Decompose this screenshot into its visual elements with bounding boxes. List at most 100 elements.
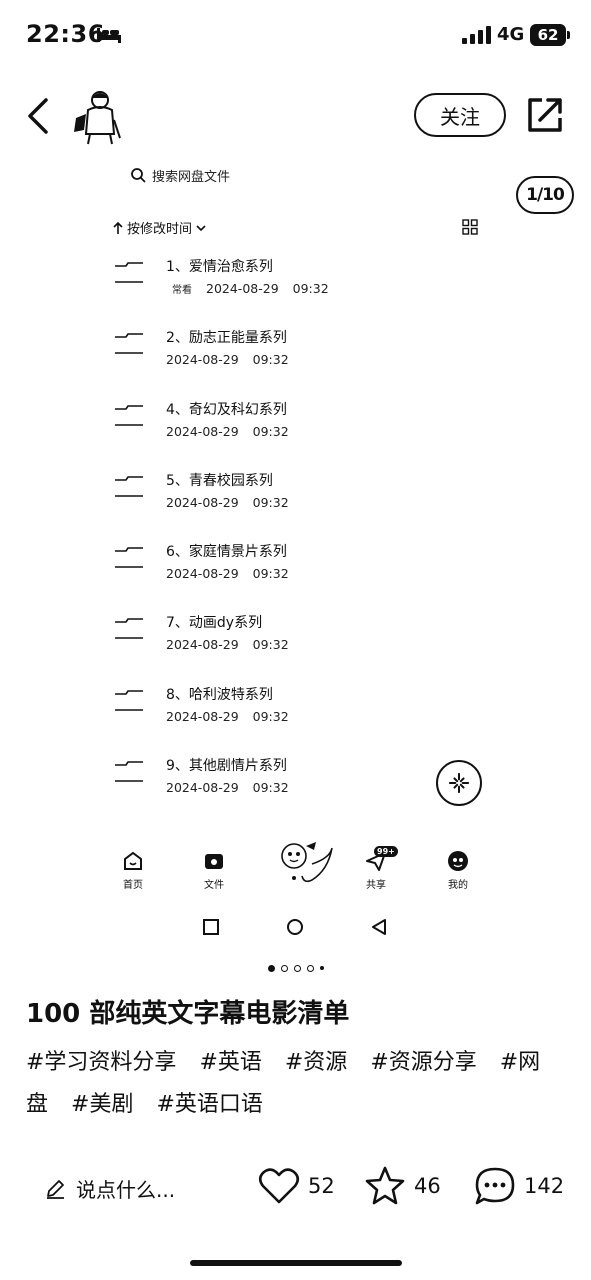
- post-image[interactable]: 搜索网盘文件 1/10 按修改时间 1、爱情治愈系列 常看 2024-08-29 0…: [0, 156, 591, 956]
- file-name: 2、励志正能量系列: [166, 330, 287, 347]
- hashtag[interactable]: #美剧: [71, 1092, 133, 1117]
- comment-count: 142: [524, 1174, 565, 1198]
- signal-icon: [462, 26, 491, 44]
- follow-button[interactable]: 关注: [414, 93, 506, 137]
- floating-assist-icon[interactable]: [436, 760, 482, 806]
- comment-bubble-icon: [475, 1167, 515, 1205]
- folder-icon: [115, 689, 143, 711]
- hashtag[interactable]: #英语口语: [156, 1092, 262, 1117]
- status-time: 22:36: [26, 20, 105, 48]
- hashtag[interactable]: #学习资料分享: [26, 1050, 176, 1075]
- author-avatar[interactable]: [70, 86, 124, 148]
- star-icon: [365, 1166, 405, 1205]
- pager-dot: [280, 964, 288, 972]
- home-indicator[interactable]: [190, 1260, 402, 1266]
- hashtag[interactable]: #资源分享: [370, 1050, 476, 1075]
- battery-indicator: 62: [530, 24, 566, 46]
- pencil-icon: [47, 1179, 64, 1199]
- file-time: 09:32: [252, 352, 289, 368]
- file-name: 6、家庭情景片系列: [166, 544, 287, 561]
- tab-label: 共享: [366, 880, 386, 891]
- profile-icon: [448, 851, 468, 871]
- file-row[interactable]: 8、哈利波特系列 2024-08-29 09:32: [112, 680, 512, 751]
- top-nav: 关注: [0, 80, 591, 156]
- grid-view-icon[interactable]: [462, 219, 478, 235]
- file-time: 09:32: [252, 708, 289, 724]
- engagement-bar: 说点什么... 52 46 142: [0, 1160, 591, 1216]
- folder-icon: [115, 262, 143, 283]
- folder-icon: [205, 854, 223, 869]
- pager-dot: [306, 964, 314, 972]
- folder-icon: [115, 618, 143, 640]
- folder-icon: [115, 547, 143, 568]
- heart-icon: [258, 1168, 300, 1204]
- battery-tip: [567, 31, 570, 39]
- image-page-counter: 1/10: [516, 176, 574, 214]
- file-time: 09:32: [252, 780, 289, 796]
- sleep-mode-icon: [97, 28, 121, 43]
- tab-label: 首页: [123, 880, 143, 891]
- chevron-down-icon: [196, 224, 206, 231]
- file-time: 09:32: [252, 423, 289, 439]
- tab-profile[interactable]: 我的: [428, 850, 488, 891]
- file-name: 8、哈利波特系列: [166, 686, 273, 703]
- android-nav-bar: [0, 916, 591, 940]
- search-icon: [131, 168, 146, 183]
- search-placeholder: 搜索网盘文件: [152, 169, 231, 185]
- pager-dot-active: [267, 964, 275, 972]
- hashtag[interactable]: #资源: [285, 1050, 347, 1075]
- file-date: 2024-08-29: [166, 494, 239, 510]
- file-time: 09:32: [252, 566, 289, 582]
- share-icon[interactable]: [526, 96, 564, 134]
- file-date: 2024-08-29: [166, 708, 239, 724]
- like-button[interactable]: 52: [258, 1166, 335, 1206]
- favorite-button[interactable]: 46: [364, 1166, 441, 1206]
- file-row[interactable]: 7、动画dy系列 2024-08-29 09:32: [112, 608, 512, 679]
- folder-icon: [115, 476, 143, 497]
- file-row[interactable]: 6、家庭情景片系列 2024-08-29 09:32: [112, 537, 512, 608]
- comment-placeholder: 说点什么...: [76, 1178, 176, 1202]
- file-list: 1、爱情治愈系列 常看 2024-08-29 09:32 2、励志正能量系列 202…: [112, 252, 512, 822]
- folder-icon: [115, 333, 143, 355]
- sort-control[interactable]: 按修改时间: [112, 218, 207, 237]
- file-name: 7、动画dy系列: [166, 615, 263, 632]
- notification-badge: 99+: [374, 846, 398, 857]
- file-tag: 常看: [172, 285, 192, 296]
- comment-button[interactable]: 142: [474, 1166, 564, 1206]
- tab-files[interactable]: 文件: [184, 850, 244, 891]
- file-row[interactable]: 5、青春校园系列 2024-08-29 09:32: [112, 466, 512, 537]
- pager-dot: [293, 964, 301, 972]
- file-row[interactable]: 4、奇幻及科幻系列 2024-08-29 09:32: [112, 395, 512, 466]
- file-name: 1、爱情治愈系列: [166, 259, 273, 275]
- network-type: 4G: [497, 24, 525, 45]
- pager-dot: [319, 966, 324, 970]
- hashtag[interactable]: #英语: [199, 1050, 261, 1075]
- back-triangle-icon[interactable]: [370, 918, 388, 936]
- file-date: 2024-08-29: [166, 566, 239, 582]
- sort-label: 按修改时间: [127, 222, 193, 237]
- tab-label: 文件: [204, 880, 224, 891]
- file-time: 09:32: [292, 281, 329, 296]
- file-time: 09:32: [252, 637, 289, 653]
- file-date: 2024-08-29: [166, 423, 239, 439]
- file-time: 09:32: [252, 494, 289, 510]
- post-title: 100 部纯英文字幕电影清单: [26, 999, 350, 1029]
- folder-icon: [115, 761, 143, 782]
- cloud-search-bar[interactable]: 搜索网盘文件: [130, 164, 230, 186]
- file-date: 2024-08-29: [166, 780, 239, 796]
- status-bar: 22:36 4G 62: [0, 0, 591, 70]
- recents-icon[interactable]: [202, 918, 220, 936]
- file-row[interactable]: 1、爱情治愈系列 常看 2024-08-29 09:32: [112, 252, 512, 323]
- comment-input[interactable]: 说点什么...: [44, 1174, 175, 1203]
- file-name: 9、其他剧情片系列: [166, 758, 287, 775]
- embedded-tab-bar: 首页 文件 99+ 共享 我的: [0, 842, 591, 904]
- file-date: 2024-08-29: [166, 352, 239, 368]
- tab-home[interactable]: 首页: [103, 850, 163, 891]
- tab-label: 我的: [448, 880, 468, 891]
- mascot-icon[interactable]: [276, 840, 336, 892]
- tab-share[interactable]: 99+ 共享: [346, 846, 406, 891]
- home-circle-icon[interactable]: [286, 918, 304, 936]
- file-row[interactable]: 2、励志正能量系列 2024-08-29 09:32: [112, 323, 512, 394]
- home-icon: [124, 851, 142, 870]
- back-icon[interactable]: [24, 96, 54, 136]
